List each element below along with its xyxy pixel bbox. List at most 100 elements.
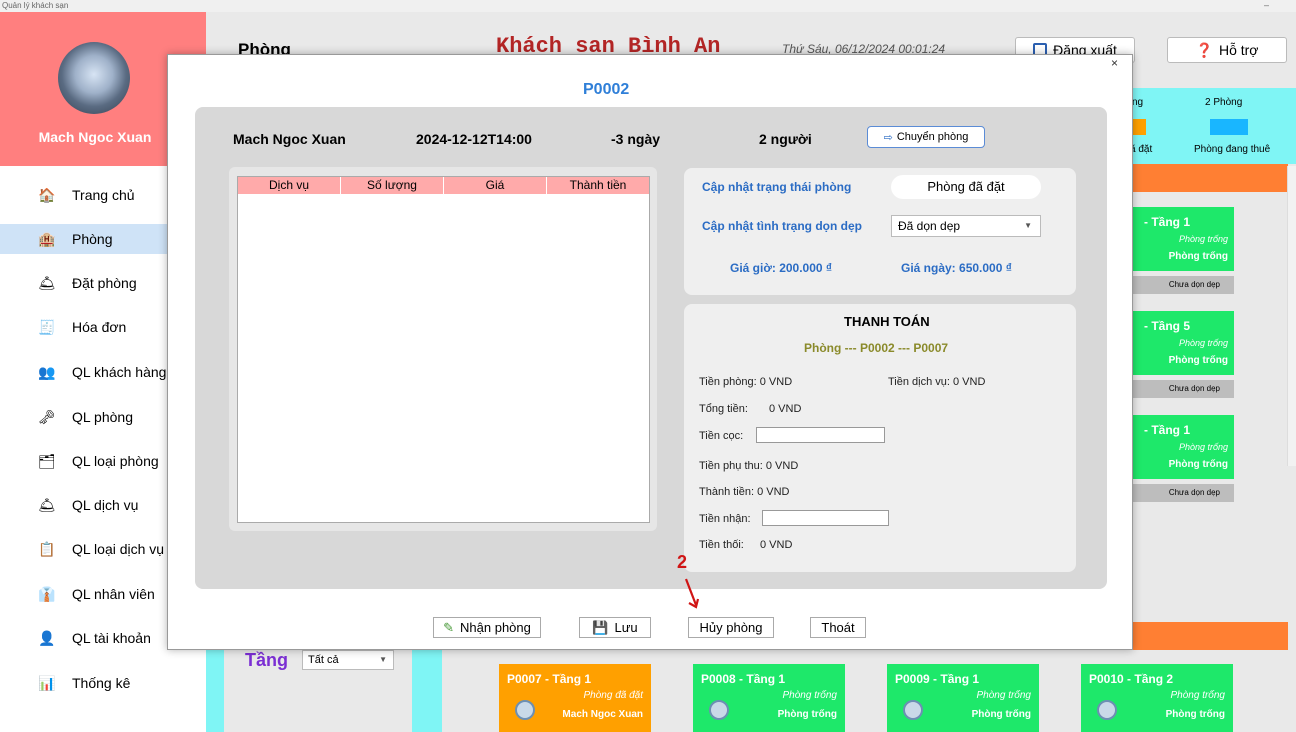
- sidebar-item-label: QL loại phòng: [72, 453, 159, 469]
- total-value: 0 VND: [769, 403, 802, 415]
- table-header: Dịch vụ Số lượng Giá Thành tiền: [238, 177, 649, 194]
- room-status-button[interactable]: Phòng đã đặt: [891, 175, 1041, 199]
- service-table[interactable]: Dịch vụ Số lượng Giá Thành tiền: [237, 176, 650, 523]
- exit-button[interactable]: Thoát: [810, 617, 866, 638]
- column-header[interactable]: Số lượng: [341, 177, 444, 194]
- room-card-status: Phòng trống: [1178, 234, 1228, 244]
- clean-status-select[interactable]: Đã dọn dẹp ▼: [891, 215, 1041, 237]
- guest-avatar-icon: [1097, 700, 1117, 720]
- floor-strip: [412, 650, 442, 732]
- booking-icon: 🛎: [38, 275, 56, 291]
- deposit-label: Tiền cọc:: [699, 430, 744, 442]
- services-icon: 🛎: [38, 497, 56, 513]
- window-title: Quản lý khách sạn: [0, 0, 1296, 12]
- total-label: Tổng tiền:: [699, 403, 748, 415]
- room-card-status: Phòng trống: [1178, 338, 1228, 348]
- save-button[interactable]: 💾 Lưu: [579, 617, 651, 638]
- status-label: Cập nhật trạng thái phòng: [702, 180, 852, 194]
- room-card[interactable]: - Tầng 1 Phòng trống Phòng trống: [1132, 415, 1234, 479]
- room-card[interactable]: P0007 - Tầng 1 Phòng đã đặt Mach Ngoc Xuan: [499, 664, 651, 732]
- room-clean-status: Chưa dọn dẹp: [1132, 380, 1234, 398]
- floor-strip: [206, 650, 224, 732]
- legend-swatch-rented: [1210, 119, 1248, 135]
- room-card-guest: Phòng trống: [971, 709, 1031, 720]
- payment-title: THANH TOÁN: [844, 314, 930, 329]
- guest-avatar-icon: [515, 700, 535, 720]
- sidebar-item-label: QL khách hàng: [72, 364, 167, 380]
- save-icon: 💾: [592, 619, 609, 635]
- manage-rooms-icon: 🗝: [38, 409, 56, 425]
- help-button[interactable]: ❓ Hỗ trợ: [1167, 37, 1287, 63]
- column-header[interactable]: Thành tiền: [547, 177, 649, 194]
- transfer-room-button[interactable]: ⇨ Chuyển phòng: [867, 126, 985, 148]
- invoice-icon: 🧾: [38, 319, 56, 335]
- room-card[interactable]: P0010 - Tầng 2 Phòng trống Phòng trống: [1081, 664, 1233, 732]
- clean-label: Cập nhật tình trạng dọn dẹp: [702, 219, 862, 233]
- checkin-button[interactable]: ✎ Nhận phòng: [433, 617, 541, 638]
- change-label: Tiền thối:: [699, 539, 744, 551]
- annotation-arrow: [684, 578, 700, 609]
- payment-rooms: Phòng --- P0002 --- P0007: [804, 341, 949, 355]
- chevron-down-icon: ▼: [379, 655, 387, 664]
- surcharge: Tiền phụ thu: 0 VND: [699, 460, 799, 472]
- annotation-number: 2: [677, 552, 688, 572]
- scrollbar[interactable]: [1287, 166, 1296, 466]
- sidebar-item-label: Phòng: [72, 231, 113, 247]
- sidebar-item-label: Trang chủ: [72, 187, 135, 203]
- guest-avatar-icon: [709, 700, 729, 720]
- close-icon[interactable]: ×: [1111, 56, 1118, 70]
- room-types-icon: 🗂: [38, 453, 56, 469]
- received-label: Tiền nhận:: [699, 513, 751, 525]
- save-label: Lưu: [614, 620, 638, 635]
- floor-select-value: Tất cả: [308, 654, 339, 666]
- room-card-guest: Phòng trống: [777, 709, 837, 720]
- guest-avatar-icon: [903, 700, 923, 720]
- checkin-icon: ✎: [443, 619, 455, 635]
- received-input[interactable]: [762, 510, 889, 526]
- cancel-room-button[interactable]: Hủy phòng: [688, 617, 774, 638]
- room-card-status: Phòng đã đặt: [583, 690, 644, 701]
- day-price: Giá ngày: 650.000 ₫: [901, 261, 1012, 275]
- avatar: [58, 42, 130, 114]
- deposit-input[interactable]: [756, 427, 885, 443]
- room-fee: Tiền phòng: 0 VND: [699, 376, 793, 388]
- sidebar-item-label: Đặt phòng: [72, 275, 137, 291]
- service-types-icon: 📋: [38, 541, 56, 557]
- people-count: 2 người: [759, 131, 812, 147]
- room-icon: 🏨: [38, 231, 56, 247]
- room-card[interactable]: - Tầng 5 Phòng trống Phòng trống: [1132, 311, 1234, 375]
- room-card-status: Phòng trống: [1178, 442, 1228, 452]
- hour-price: Giá giờ: 200.000 ₫: [730, 261, 833, 275]
- stay-days: -3 ngày: [611, 131, 661, 147]
- room-card-title: - Tầng 1: [1144, 423, 1191, 437]
- transfer-icon: ⇨: [883, 131, 893, 144]
- room-card-status: Phòng trống: [976, 690, 1032, 701]
- transfer-label: Chuyển phòng: [896, 131, 969, 143]
- minimize-button[interactable]: –: [1264, 0, 1269, 10]
- sidebar-item-label: QL phòng: [72, 409, 133, 425]
- room-card-title: P0007 - Tầng 1: [507, 672, 592, 686]
- floor-header-strip: [1130, 164, 1288, 192]
- room-card-guest: Mach Ngoc Xuan: [562, 709, 643, 720]
- guest-name: Mach Ngoc Xuan: [233, 131, 346, 147]
- dialog-title: P0002: [583, 81, 630, 98]
- floor-header-strip: [1130, 622, 1288, 650]
- column-header[interactable]: Giá: [444, 177, 547, 194]
- room-card[interactable]: P0009 - Tầng 1 Phòng trống Phòng trống: [887, 664, 1039, 732]
- room-card[interactable]: P0008 - Tầng 1 Phòng trống Phòng trống: [693, 664, 845, 732]
- sidebar-item-label: QL tài khoản: [72, 630, 151, 646]
- sidebar-item-11[interactable]: 📊 Thống kê: [0, 668, 206, 698]
- staff-icon: 👔: [38, 586, 56, 602]
- room-card-title: P0008 - Tầng 1: [701, 672, 786, 686]
- sidebar-item-label: QL dịch vụ: [72, 497, 139, 513]
- floor-label: Tầng: [245, 650, 288, 670]
- legend-label: ã đặt: [1130, 144, 1153, 155]
- column-header[interactable]: Dịch vụ: [238, 177, 341, 194]
- checkin-label: Nhận phòng: [460, 620, 531, 635]
- floor-select[interactable]: Tất cả ▼: [302, 650, 394, 670]
- customers-icon: 👥: [38, 364, 56, 380]
- room-card-status: Phòng trống: [782, 690, 838, 701]
- room-card[interactable]: - Tầng 1 Phòng trống Phòng trống: [1132, 207, 1234, 271]
- room-card-state: Phòng trống: [1168, 251, 1228, 262]
- room-card-guest: Phòng trống: [1165, 709, 1225, 720]
